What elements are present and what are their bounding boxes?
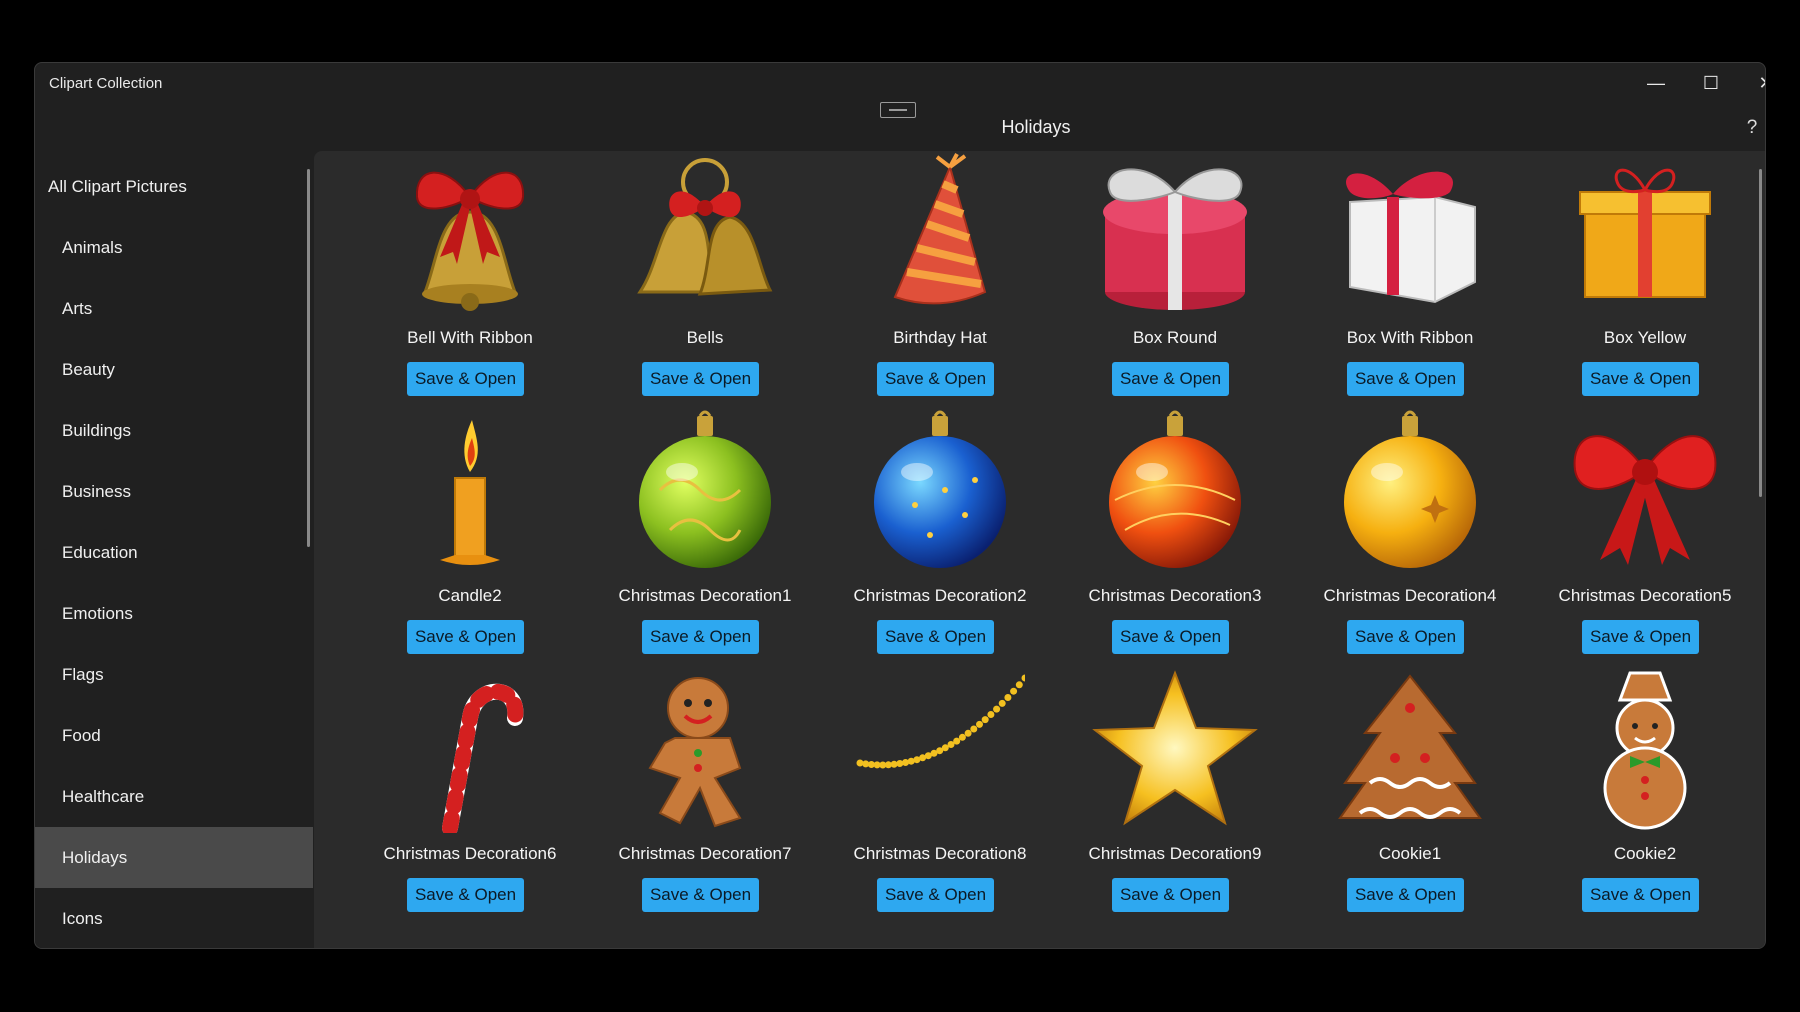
tree-cookie-icon[interactable] bbox=[1325, 668, 1495, 833]
save-open-button[interactable]: Save & Open bbox=[407, 620, 524, 654]
green-ornament-icon[interactable] bbox=[620, 410, 790, 575]
clipart-tile: Candle2 Save & Open bbox=[330, 410, 565, 660]
save-open-button[interactable]: Save & Open bbox=[877, 620, 994, 654]
box-yellow-icon[interactable] bbox=[1560, 152, 1730, 317]
close-button[interactable]: ✕ bbox=[1739, 65, 1765, 101]
sidebar-item-label: All Clipart Pictures bbox=[48, 176, 187, 196]
sidebar-item-buildings[interactable]: Buildings bbox=[35, 400, 313, 461]
clipart-tile: Birthday Hat Save & Open bbox=[800, 152, 1035, 402]
sidebar-item-food[interactable]: Food bbox=[35, 705, 313, 766]
red-bow-icon[interactable] bbox=[1560, 410, 1730, 575]
clipart-tile: Christmas Decoration8 Save & Open bbox=[800, 668, 1035, 918]
clipart-tile: Cookie2 Save & Open bbox=[1505, 668, 1740, 918]
sidebar-item-flags[interactable]: Flags bbox=[35, 644, 313, 705]
save-open-button[interactable]: Save & Open bbox=[642, 362, 759, 396]
sidebar-item-label: Flags bbox=[62, 664, 104, 684]
gingerbread-man-icon[interactable] bbox=[620, 668, 790, 833]
bells-icon[interactable] bbox=[620, 152, 790, 317]
save-open-button[interactable]: Save & Open bbox=[1347, 362, 1464, 396]
sidebar-item-animals[interactable]: Animals bbox=[35, 217, 313, 278]
sidebar-item-label: Icons bbox=[62, 908, 103, 928]
sidebar-item-arts[interactable]: Arts bbox=[35, 278, 313, 339]
clipart-tile: Cookie1 Save & Open bbox=[1270, 668, 1505, 918]
clipart-tile: Christmas Decoration5 Save & Open bbox=[1505, 410, 1740, 660]
page-title: Holidays bbox=[1001, 117, 1071, 137]
sidebar-item-label: Food bbox=[62, 725, 101, 745]
birthday-hat-icon[interactable] bbox=[855, 152, 1025, 317]
sidebar-item-healthcare[interactable]: Healthcare bbox=[35, 766, 313, 827]
yellow-ornament-icon[interactable] bbox=[1325, 410, 1495, 575]
category-sidebar: All Clipart Pictures Animals Arts Beauty Bui… bbox=[35, 151, 313, 948]
save-open-button[interactable]: Save & Open bbox=[877, 362, 994, 396]
sidebar-item-label: Business bbox=[62, 481, 131, 501]
help-button[interactable]: ? bbox=[1739, 115, 1765, 141]
snowman-cookie-icon[interactable] bbox=[1560, 668, 1730, 833]
clipart-name: Box Yellow bbox=[1603, 328, 1687, 347]
save-open-button[interactable]: Save & Open bbox=[1582, 362, 1699, 396]
bead-garland-icon[interactable] bbox=[855, 668, 1025, 833]
candle-icon[interactable] bbox=[385, 410, 555, 575]
box-with-ribbon-icon[interactable] bbox=[1325, 152, 1495, 317]
clipart-tile: Christmas Decoration4 Save & Open bbox=[1270, 410, 1505, 660]
save-open-button[interactable]: Save & Open bbox=[1112, 878, 1229, 912]
save-open-button[interactable]: Save & Open bbox=[1112, 362, 1229, 396]
save-open-button[interactable]: Save & Open bbox=[1112, 620, 1229, 654]
box-round-icon[interactable] bbox=[1090, 152, 1260, 317]
blue-ornament-icon[interactable] bbox=[855, 410, 1025, 575]
clipart-tile: Bell With Ribbon Save & Open bbox=[330, 152, 565, 402]
clipart-name: Cookie2 bbox=[1613, 844, 1677, 863]
save-open-button[interactable]: Save & Open bbox=[1347, 878, 1464, 912]
clipart-tile: Bells Save & Open bbox=[565, 152, 800, 402]
save-open-button[interactable]: Save & Open bbox=[642, 878, 759, 912]
sidebar-item-holidays[interactable]: Holidays bbox=[35, 827, 313, 888]
clipart-tile: Christmas Decoration3 Save & Open bbox=[1035, 410, 1270, 660]
sidebar-item-education[interactable]: Education bbox=[35, 522, 313, 583]
app-window: Clipart Collection Holidays — ☐ ✕ ? All … bbox=[34, 62, 1766, 949]
save-open-button[interactable]: Save & Open bbox=[407, 878, 524, 912]
sidebar-item-label: Emotions bbox=[62, 603, 133, 623]
app-title: Clipart Collection bbox=[49, 75, 163, 92]
sidebar-item-emotions[interactable]: Emotions bbox=[35, 583, 313, 644]
sidebar-item-all-clipart-pictures[interactable]: All Clipart Pictures bbox=[35, 156, 313, 217]
clipart-tile: Box Yellow Save & Open bbox=[1505, 152, 1740, 402]
clipart-tile: Christmas Decoration6 Save & Open bbox=[330, 668, 565, 918]
sidebar-item-icons[interactable]: Icons bbox=[35, 888, 313, 948]
sidebar-item-business[interactable]: Business bbox=[35, 461, 313, 522]
sidebar-item-label: Beauty bbox=[62, 359, 115, 379]
save-open-button[interactable]: Save & Open bbox=[1582, 620, 1699, 654]
gallery-scrollbar[interactable] bbox=[1759, 169, 1762, 497]
clipart-tile: Box With Ribbon Save & Open bbox=[1270, 152, 1505, 402]
sidebar-item-label: Holidays bbox=[62, 847, 128, 867]
clipart-gallery: Bell With Ribbon Save & Open Bells Save & … bbox=[314, 151, 1765, 948]
clipart-tile: Christmas Decoration9 Save & Open bbox=[1035, 668, 1270, 918]
candy-cane-icon[interactable] bbox=[385, 668, 555, 833]
maximize-button[interactable]: ☐ bbox=[1684, 65, 1738, 101]
red-ornament-icon[interactable] bbox=[1090, 410, 1260, 575]
sidebar-item-label: Animals bbox=[62, 237, 123, 257]
save-open-button[interactable]: Save & Open bbox=[407, 362, 524, 396]
star-icon[interactable] bbox=[1090, 668, 1260, 833]
sidebar-item-beauty[interactable]: Beauty bbox=[35, 339, 313, 400]
sidebar-item-label: Buildings bbox=[62, 420, 131, 440]
save-open-button[interactable]: Save & Open bbox=[1582, 878, 1699, 912]
clipart-name: Christmas Decoration5 bbox=[1558, 586, 1732, 605]
minimize-button[interactable]: — bbox=[1629, 65, 1683, 101]
title-bar[interactable]: Clipart Collection Holidays — ☐ ✕ ? bbox=[35, 63, 1765, 151]
save-open-button[interactable]: Save & Open bbox=[877, 878, 994, 912]
save-open-button[interactable]: Save & Open bbox=[642, 620, 759, 654]
bell-with-ribbon-icon[interactable] bbox=[385, 152, 555, 317]
keyboard-icon[interactable] bbox=[880, 102, 916, 118]
clipart-tile: Christmas Decoration7 Save & Open bbox=[565, 668, 800, 918]
save-open-button[interactable]: Save & Open bbox=[1347, 620, 1464, 654]
clipart-tile: Christmas Decoration1 Save & Open bbox=[565, 410, 800, 660]
sidebar-item-label: Education bbox=[62, 542, 138, 562]
clipart-tile: Christmas Decoration2 Save & Open bbox=[800, 410, 1035, 660]
sidebar-item-label: Healthcare bbox=[62, 786, 145, 806]
clipart-tile: Box Round Save & Open bbox=[1035, 152, 1270, 402]
sidebar-item-label: Arts bbox=[62, 298, 93, 318]
